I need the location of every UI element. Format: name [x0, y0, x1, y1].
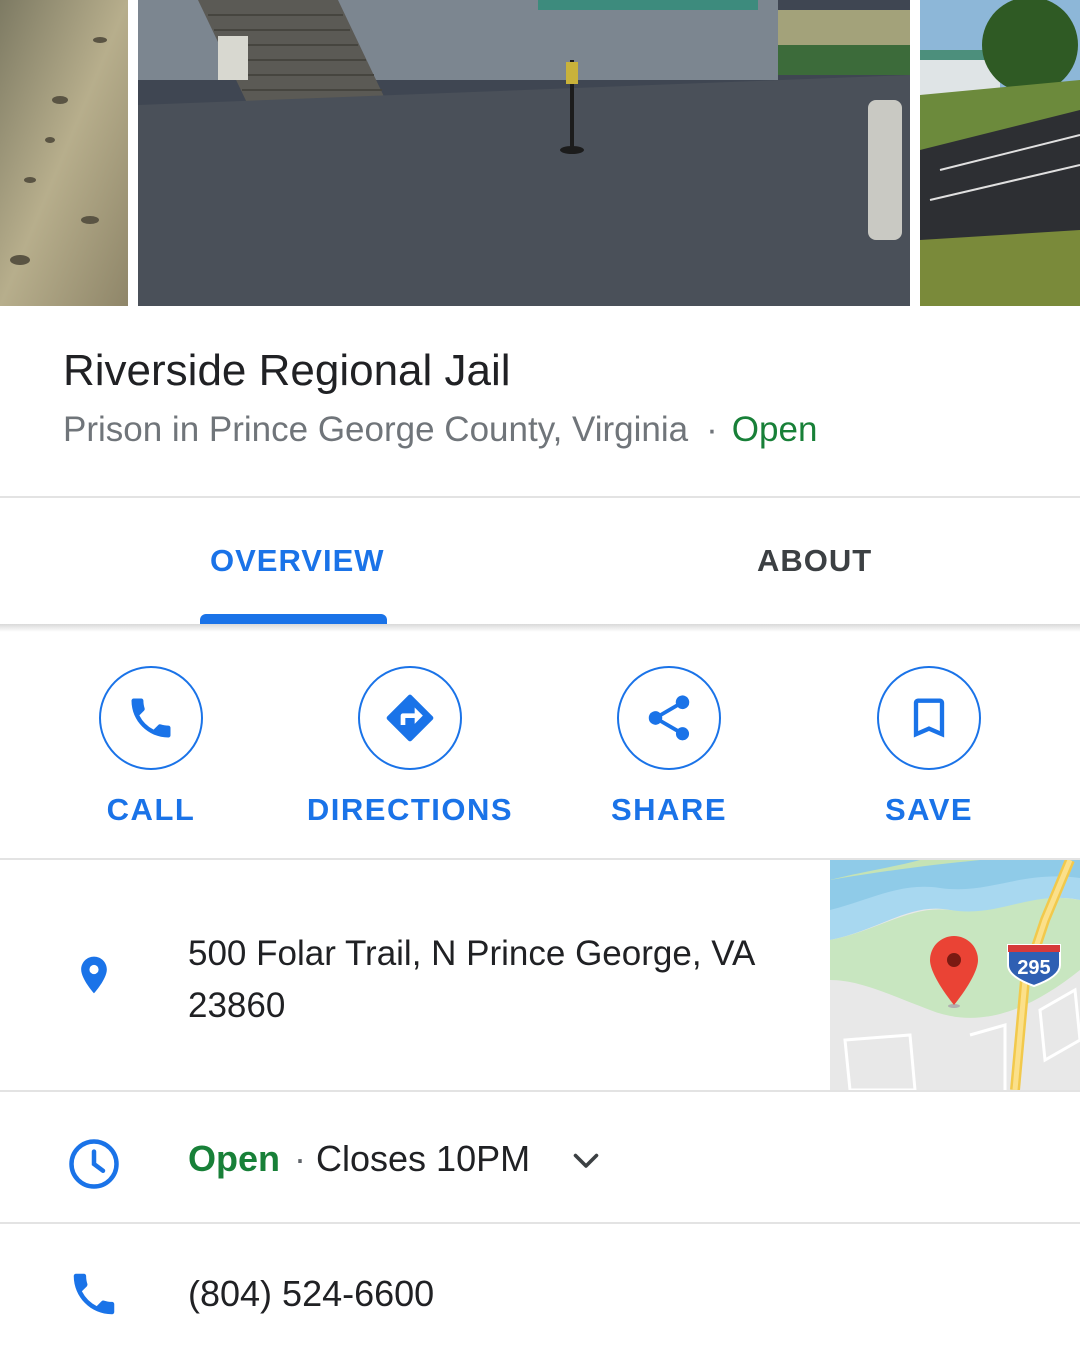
directions-button[interactable]: DIRECTIONS [300, 666, 520, 828]
separator-dot: · [706, 410, 718, 449]
share-label: SHARE [610, 792, 727, 827]
call-button[interactable]: CALL [41, 666, 261, 828]
photo-thumbnail[interactable] [920, 0, 1080, 306]
directions-icon [386, 694, 434, 742]
separator-dot: · [294, 1138, 307, 1179]
phone-number[interactable]: (804) 524-6600 [188, 1273, 434, 1315]
open-status: Open [731, 410, 818, 449]
phone-icon [131, 698, 171, 738]
photo-carousel[interactable] [0, 0, 1080, 306]
phone-icon [66, 1266, 122, 1322]
save-button-circle[interactable] [877, 666, 981, 770]
call-button-circle[interactable] [99, 666, 203, 770]
address-text[interactable]: 500 Folar Trail, N Prince George, VA 238… [188, 928, 808, 1032]
tab-selected-indicator [200, 614, 387, 624]
place-subtitle: Prison in Prince George County, Virginia… [63, 410, 817, 450]
tab-bar-shadow [0, 624, 1080, 632]
place-title: Riverside Regional Jail [63, 346, 511, 395]
save-label: SAVE [884, 792, 974, 827]
directions-button-circle[interactable] [358, 666, 462, 770]
share-button-circle[interactable] [617, 666, 721, 770]
hours-summary[interactable]: Open · Closes 10PM [188, 1138, 530, 1180]
place-category: Prison in Prince George County, Virginia [63, 410, 689, 449]
divider [0, 496, 1080, 498]
map-shield-label: 295 [1017, 957, 1050, 979]
chevron-down-icon[interactable] [568, 1142, 604, 1183]
directions-label: DIRECTIONS [306, 792, 514, 827]
divider [0, 1222, 1080, 1224]
save-button[interactable]: SAVE [819, 666, 1039, 828]
divider [0, 1090, 1080, 1092]
photo-main[interactable] [138, 0, 910, 306]
bookmark-icon [913, 698, 945, 738]
clock-icon [66, 1136, 122, 1192]
hours-open-status: Open [188, 1138, 281, 1179]
hours-closing-time: Closes 10PM [316, 1138, 531, 1179]
photo-thumbnail[interactable] [0, 0, 128, 306]
share-button[interactable]: SHARE [559, 666, 779, 828]
tab-about[interactable]: ABOUT [757, 543, 872, 579]
share-icon [648, 695, 690, 741]
map-thumbnail[interactable]: 295 [830, 860, 1080, 1090]
location-pin-icon [68, 945, 120, 1005]
tab-overview[interactable]: OVERVIEW [210, 543, 385, 579]
call-label: CALL [106, 792, 196, 827]
